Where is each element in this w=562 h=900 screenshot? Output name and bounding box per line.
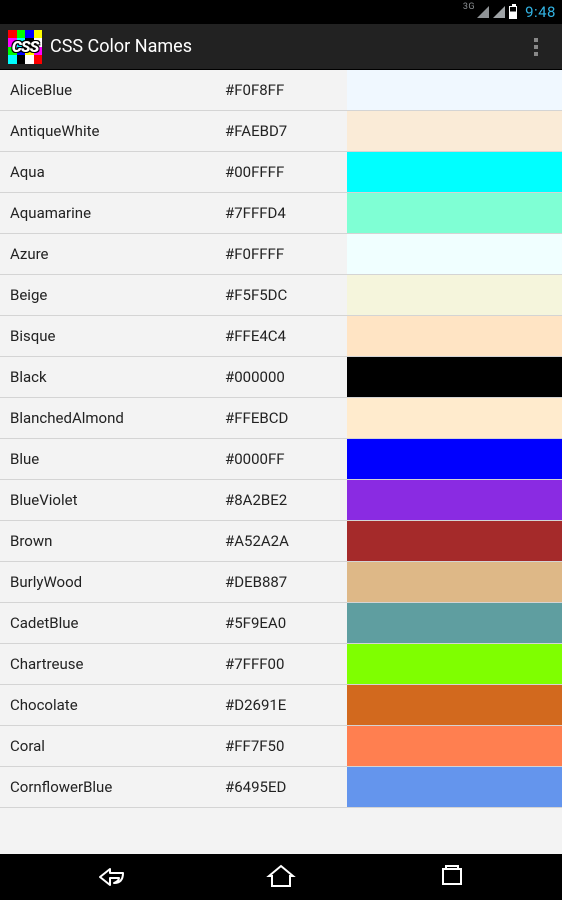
color-swatch [347, 480, 562, 520]
color-row[interactable]: Beige#F5F5DC [0, 275, 562, 316]
color-swatch [347, 234, 562, 274]
back-button[interactable] [51, 854, 171, 900]
color-name: CornflowerBlue [0, 778, 225, 796]
color-name: AliceBlue [0, 81, 225, 99]
color-row[interactable]: Aquamarine#7FFFD4 [0, 193, 562, 234]
color-hex: #FFE4C4 [225, 327, 347, 345]
color-swatch [347, 70, 562, 110]
back-icon [96, 862, 126, 892]
color-name: Bisque [0, 327, 225, 345]
color-row[interactable]: Black#000000 [0, 357, 562, 398]
color-name: Chocolate [0, 696, 225, 714]
color-name: BlanchedAlmond [0, 409, 225, 427]
system-nav-bar [0, 854, 562, 900]
color-hex: #7FFF00 [225, 655, 347, 673]
color-name: Aqua [0, 163, 225, 181]
battery-icon [509, 6, 517, 19]
color-name: CadetBlue [0, 614, 225, 632]
color-swatch [347, 398, 562, 438]
color-hex: #F5F5DC [225, 286, 347, 304]
home-icon [266, 862, 296, 892]
color-hex: #FF7F50 [225, 737, 347, 755]
color-hex: #A52A2A [225, 532, 347, 550]
color-swatch [347, 685, 562, 725]
action-bar: CSS CSS Color Names [0, 24, 562, 70]
color-row[interactable]: Aqua#00FFFF [0, 152, 562, 193]
color-hex: #000000 [225, 368, 347, 386]
color-swatch [347, 644, 562, 684]
app-icon-text: CSS [8, 30, 42, 64]
color-row[interactable]: BurlyWood#DEB887 [0, 562, 562, 603]
color-hex: #00FFFF [225, 163, 347, 181]
color-hex: #5F9EA0 [225, 614, 347, 632]
color-name: BlueViolet [0, 491, 225, 509]
color-hex: #FAEBD7 [225, 122, 347, 140]
color-name: Blue [0, 450, 225, 468]
color-hex: #D2691E [225, 696, 347, 714]
recents-icon [437, 862, 467, 892]
color-row[interactable]: CornflowerBlue#6495ED [0, 767, 562, 808]
color-name: Brown [0, 532, 225, 550]
status-bar: 3G 9:48 [0, 0, 562, 24]
color-swatch [347, 152, 562, 192]
network-type-label: 3G [463, 2, 475, 12]
color-swatch [347, 111, 562, 151]
color-row[interactable]: AntiqueWhite#FAEBD7 [0, 111, 562, 152]
color-hex: #F0FFFF [225, 245, 347, 263]
color-row[interactable]: Coral#FF7F50 [0, 726, 562, 767]
color-swatch [347, 193, 562, 233]
color-hex: #7FFFD4 [225, 204, 347, 222]
color-hex: #FFEBCD [225, 409, 347, 427]
overflow-dot-icon [534, 52, 538, 56]
color-row[interactable]: Azure#F0FFFF [0, 234, 562, 275]
color-row[interactable]: Chocolate#D2691E [0, 685, 562, 726]
color-name: AntiqueWhite [0, 122, 225, 140]
overflow-dot-icon [534, 45, 538, 49]
color-name: Aquamarine [0, 204, 225, 222]
color-hex: #0000FF [225, 450, 347, 468]
signal-icon [477, 6, 489, 18]
color-row[interactable]: Bisque#FFE4C4 [0, 316, 562, 357]
overflow-dot-icon [534, 38, 538, 42]
status-clock: 9:48 [525, 3, 556, 21]
color-list[interactable]: AliceBlue#F0F8FFAntiqueWhite#FAEBD7Aqua#… [0, 70, 562, 900]
recents-button[interactable] [392, 854, 512, 900]
color-swatch [347, 357, 562, 397]
color-row[interactable]: Chartreuse#7FFF00 [0, 644, 562, 685]
app-title: CSS Color Names [50, 36, 518, 57]
color-swatch [347, 726, 562, 766]
color-hex: #DEB887 [225, 573, 347, 591]
color-swatch [347, 562, 562, 602]
color-row[interactable]: Blue#0000FF [0, 439, 562, 480]
color-hex: #F0F8FF [225, 81, 347, 99]
signal-icon [493, 6, 505, 18]
color-swatch [347, 316, 562, 356]
color-name: Azure [0, 245, 225, 263]
color-swatch [347, 439, 562, 479]
color-swatch [347, 767, 562, 807]
color-name: BurlyWood [0, 573, 225, 591]
color-row[interactable]: AliceBlue#F0F8FF [0, 70, 562, 111]
app-icon: CSS [8, 30, 42, 64]
color-name: Chartreuse [0, 655, 225, 673]
color-row[interactable]: BlueViolet#8A2BE2 [0, 480, 562, 521]
overflow-menu-button[interactable] [518, 29, 554, 65]
color-row[interactable]: CadetBlue#5F9EA0 [0, 603, 562, 644]
color-hex: #8A2BE2 [225, 491, 347, 509]
color-swatch [347, 603, 562, 643]
color-name: Coral [0, 737, 225, 755]
color-row[interactable]: BlanchedAlmond#FFEBCD [0, 398, 562, 439]
color-row[interactable]: Brown#A52A2A [0, 521, 562, 562]
color-swatch [347, 275, 562, 315]
home-button[interactable] [221, 854, 341, 900]
color-hex: #6495ED [225, 778, 347, 796]
color-name: Beige [0, 286, 225, 304]
color-swatch [347, 521, 562, 561]
color-name: Black [0, 368, 225, 386]
